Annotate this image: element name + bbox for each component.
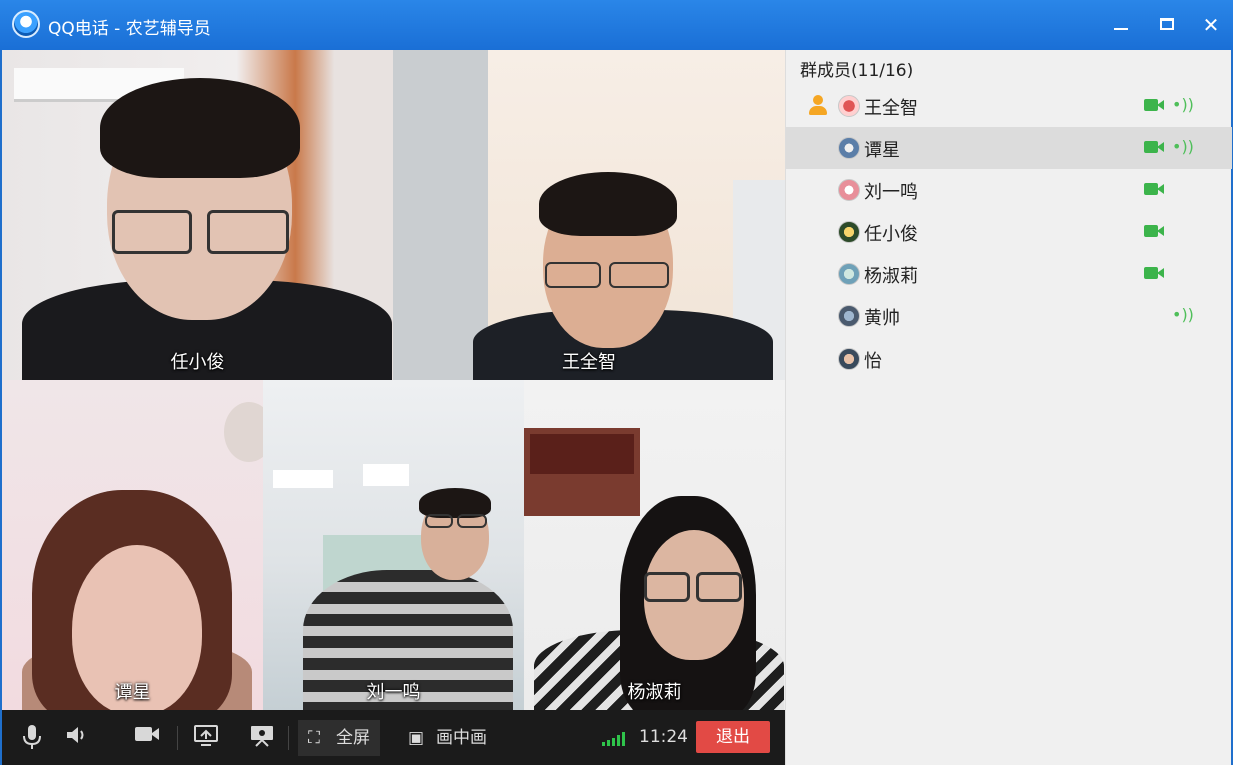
glasses [457,514,487,528]
qq-call-window: QQ电话 - 农艺辅导员 ✕ 任小俊 王全智 谭星 刘一鸣 杨淑莉 ⛶ 全屏 ▣… [0,0,1233,765]
screen-share-icon[interactable] [192,724,220,752]
participant-name: 杨淑莉 [627,682,682,703]
cabinet-shelf [530,434,634,474]
participant-name: 刘一鸣 [366,682,421,703]
video-on-icon [1144,98,1166,112]
member-row[interactable]: 谭星 •)) [786,127,1232,169]
maximize-icon [1160,18,1174,30]
avatar [838,263,860,285]
video-on-icon [1144,224,1166,238]
video-tile[interactable]: 任小俊 [2,50,393,380]
toolbar-divider [177,726,178,750]
member-row[interactable]: 任小俊 [786,211,1232,253]
minimize-icon [1114,28,1128,30]
member-name: 黄帅 [864,308,900,329]
glasses [545,262,601,288]
avatar [838,348,860,370]
avatar [838,95,860,117]
member-row[interactable]: 王全智 •)) [786,85,1232,127]
call-timer: 11:24 [639,727,688,747]
exit-call-button[interactable]: 退出 [696,721,770,753]
toolbar-divider [288,726,289,750]
member-row[interactable]: 杨淑莉 [786,253,1232,295]
presentation-icon[interactable] [248,724,276,752]
video-grid: 任小俊 王全智 谭星 刘一鸣 杨淑莉 [2,50,785,710]
video-tile[interactable]: 刘一鸣 [263,380,524,710]
video-tile[interactable]: 杨淑莉 [524,380,785,710]
participant-name: 谭星 [114,682,151,703]
fullscreen-label: 全屏 [336,728,370,748]
lamp [224,402,263,462]
member-name: 刘一鸣 [864,182,918,203]
picture-in-picture-icon: ▣ [408,728,425,748]
host-icon [808,95,828,115]
avatar [838,137,860,159]
fullscreen-button[interactable]: ⛶ 全屏 [298,720,380,756]
glasses [112,210,192,254]
ceiling-light [273,470,333,488]
member-row[interactable]: 怡 [786,338,1232,380]
glasses [207,210,289,254]
call-toolbar: ⛶ 全屏 ▣ 画中画 11:24 退出 [2,710,785,765]
video-tile[interactable]: 谭星 [2,380,263,710]
avatar [838,305,860,327]
member-name: 王全智 [864,98,918,119]
member-panel: 群成员(11/16) 王全智 •)) 谭星 •)) 刘一鸣 任小俊 杨淑莉 黄帅… [785,50,1232,765]
glasses [644,572,690,602]
speaker-icon[interactable] [62,724,90,752]
camera-icon[interactable] [133,724,161,752]
glasses [425,514,453,528]
participant-name: 任小俊 [170,352,225,373]
speaking-icon: •)) [1172,305,1194,324]
speaking-icon: •)) [1172,137,1194,156]
picture-in-picture-button[interactable]: ▣ 画中画 [398,720,497,756]
maximize-button[interactable] [1154,12,1180,38]
speaking-icon: •)) [1172,95,1194,114]
close-button[interactable]: ✕ [1198,12,1224,38]
member-count-title: 群成员(11/16) [800,61,914,81]
glasses [696,572,742,602]
minimize-button[interactable] [1108,12,1134,38]
close-icon: ✕ [1202,13,1220,37]
video-tile[interactable]: 王全智 [393,50,785,380]
window-frame [393,50,488,380]
member-name: 杨淑莉 [864,266,918,287]
member-name: 任小俊 [864,224,918,245]
person-hair [100,78,300,178]
avatar [838,221,860,243]
microphone-icon[interactable] [18,724,46,752]
member-row[interactable]: 黄帅 •)) [786,295,1232,337]
pip-label: 画中画 [436,728,487,748]
title-bar[interactable]: QQ电话 - 农艺辅导员 ✕ [0,0,1233,50]
member-name: 怡 [864,351,882,372]
window-title: QQ电话 - 农艺辅导员 [48,19,211,39]
signal-icon [602,732,632,746]
participant-name: 王全智 [562,352,616,373]
member-row[interactable]: 刘一鸣 [786,169,1232,211]
member-name: 谭星 [864,140,900,161]
avatar [838,179,860,201]
video-on-icon [1144,266,1166,280]
fullscreen-icon: ⛶ [308,728,320,748]
qq-logo-icon [12,10,40,38]
ceiling-light [363,464,409,486]
person-hair [539,172,677,236]
video-on-icon [1144,140,1166,154]
video-on-icon [1144,182,1166,196]
glasses [609,262,669,288]
